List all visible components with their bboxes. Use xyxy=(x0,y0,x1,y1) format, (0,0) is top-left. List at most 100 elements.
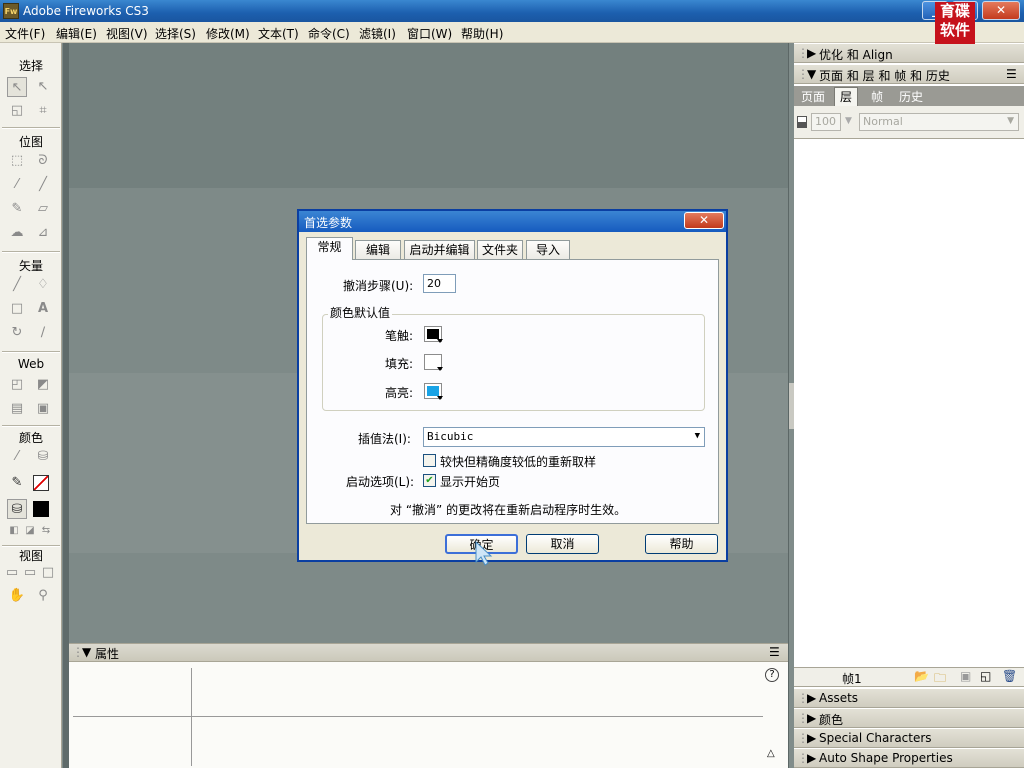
menu-select[interactable]: 选择(S) xyxy=(155,25,196,42)
tab-layers[interactable]: 层 xyxy=(834,87,859,106)
opacity-input[interactable]: 100 xyxy=(811,113,841,131)
rubber-stamp-tool-icon[interactable]: ⊿ xyxy=(33,223,53,243)
new-sublayer-icon[interactable]: 📂 xyxy=(914,669,929,683)
fullscreen-mode-icon[interactable]: □ xyxy=(39,563,57,583)
menu-modify[interactable]: 修改(M) xyxy=(206,25,250,42)
eyedropper-tool-icon[interactable]: ⁄ xyxy=(7,447,27,467)
eraser-tool-icon[interactable]: ▱ xyxy=(33,199,53,219)
blur-tool-icon[interactable]: ☁ xyxy=(7,223,27,243)
dialog-close-button[interactable]: ✕ xyxy=(684,212,724,229)
panel-options-icon[interactable]: ☰ xyxy=(769,645,780,659)
highlight-color-picker[interactable] xyxy=(424,383,443,400)
brush-tool-icon[interactable]: ╱ xyxy=(33,175,53,195)
hotspot-tool-icon[interactable]: ◰ xyxy=(7,375,27,395)
show-slices-icon[interactable]: ▣ xyxy=(33,399,53,419)
blend-mode-select[interactable]: Normal ▼ xyxy=(859,113,1019,131)
lasso-tool-icon[interactable]: ᘐ xyxy=(33,151,53,171)
tab-pages[interactable]: 页面 xyxy=(801,88,825,105)
tab-frames[interactable]: 帧 xyxy=(871,88,883,105)
text-tool-icon[interactable]: A xyxy=(33,299,53,319)
stroke-color-swatch[interactable] xyxy=(33,475,49,491)
menu-text[interactable]: 文本(T) xyxy=(258,25,299,42)
show-start-page-label: 显示开始页 xyxy=(440,475,501,489)
resample-checkbox[interactable] xyxy=(423,454,436,467)
standard-screen-mode-icon[interactable]: ▭ xyxy=(3,563,21,583)
pen-tool-icon[interactable]: ♢ xyxy=(33,275,53,295)
properties-divider xyxy=(191,668,192,766)
fullscreen-menu-mode-icon[interactable]: ▭ xyxy=(21,563,39,583)
scale-tool-icon[interactable]: ◱ xyxy=(7,101,27,121)
hand-tool-icon[interactable]: ✋ xyxy=(7,586,27,606)
current-frame-label: 帧1 xyxy=(842,672,862,686)
fireworks-app-icon: Fw xyxy=(3,3,19,19)
menu-commands[interactable]: 命令(C) xyxy=(308,25,350,42)
show-start-page-checkbox[interactable]: ✔ xyxy=(423,474,436,487)
fill-color-picker[interactable] xyxy=(424,354,443,371)
help-button[interactable]: 帮助 xyxy=(645,534,718,554)
properties-panel-header[interactable]: ⋮ ▼ 属性 ☰ xyxy=(69,644,788,662)
hide-slices-icon[interactable]: ▤ xyxy=(7,399,27,419)
interpolation-select[interactable]: Bicubic ▼ xyxy=(423,427,705,447)
slice-tool-icon[interactable]: ◩ xyxy=(33,375,53,395)
restart-note: 对 “撤消” 的更改将在重新启动程序时生效。 xyxy=(390,503,627,517)
tools-divider xyxy=(2,425,60,427)
fill-color-swatch[interactable] xyxy=(33,501,49,517)
stroke-color-icon[interactable]: ✎ xyxy=(7,473,27,493)
zoom-tool-icon[interactable]: ⚲ xyxy=(33,586,53,606)
tab-general[interactable]: 常规 xyxy=(306,237,353,260)
tools-panel: 选择 ↖ ↖ ◱ ⌗ 位图 ⬚ ᘐ ⁄ ╱ ✎ ▱ ☁ ⊿ 矢量 ╱ ♢ □ A… xyxy=(0,43,62,768)
optimize-panel-header[interactable]: ⋮ ▶ 优化 和 Align xyxy=(794,43,1024,63)
fill-color-icon[interactable]: ⛁ xyxy=(7,499,27,519)
preferences-dialog: 首选参数 ✕ 常规 编辑 启动并编辑 文件夹 导入 撤消步骤(U): 20 颜色… xyxy=(298,210,727,561)
properties-divider xyxy=(73,716,763,717)
swap-colors-icon[interactable]: ⇆ xyxy=(36,521,56,541)
tab-import[interactable]: 导入 xyxy=(526,240,570,259)
expand-arrow-icon: ▶ xyxy=(807,691,817,705)
chevron-down-icon[interactable]: ▼ xyxy=(845,116,852,126)
close-button[interactable]: ✕ xyxy=(982,1,1020,20)
subselect-tool-icon[interactable]: ↖ xyxy=(33,77,53,97)
panel-options-icon[interactable]: ☰ xyxy=(1006,67,1017,81)
menu-view[interactable]: 视图(V) xyxy=(106,25,148,42)
knife-tool-icon[interactable]: ∕ xyxy=(33,323,53,343)
duplicate-layer-icon[interactable]: ◱ xyxy=(980,669,991,683)
lock-layer-icon[interactable] xyxy=(797,116,807,128)
stroke-color-picker[interactable] xyxy=(424,326,443,343)
pointer-tool-icon[interactable]: ↖ xyxy=(7,77,27,97)
crop-tool-icon[interactable]: ⌗ xyxy=(33,101,53,121)
new-layer-icon[interactable]: 🗀 xyxy=(934,669,946,690)
trash-icon[interactable]: 🗑 xyxy=(1002,669,1017,683)
tab-history[interactable]: 历史 xyxy=(899,88,923,105)
help-icon[interactable]: ? xyxy=(765,668,779,682)
auto-shape-properties-panel-header[interactable]: ⋮ ▶ Auto Shape Properties xyxy=(794,748,1024,768)
menu-filters[interactable]: 滤镜(I) xyxy=(359,25,396,42)
startup-options-label: 启动选项(L): xyxy=(346,475,415,489)
undo-steps-input[interactable]: 20 xyxy=(423,274,456,293)
magic-wand-tool-icon[interactable]: ⁄ xyxy=(7,175,27,195)
rectangle-tool-icon[interactable]: □ xyxy=(7,299,27,319)
pages-panel-tabs: 页面 层 帧 历史 xyxy=(794,86,1024,106)
tools-section-select: 选择 xyxy=(18,59,43,73)
menu-window[interactable]: 窗口(W) xyxy=(407,25,452,42)
menu-help[interactable]: 帮助(H) xyxy=(461,25,503,42)
paint-bucket-tool-icon[interactable]: ⛁ xyxy=(33,447,53,467)
freeform-tool-icon[interactable]: ↻ xyxy=(7,323,27,343)
menu-file[interactable]: 文件(F) xyxy=(5,25,45,42)
expand-icon[interactable]: △ xyxy=(767,748,775,759)
layers-list[interactable] xyxy=(794,140,1024,667)
color-panel-header[interactable]: ⋮ ▶ 颜色 xyxy=(794,708,1024,728)
tab-folders[interactable]: 文件夹 xyxy=(477,240,523,259)
cancel-button[interactable]: 取消 xyxy=(526,534,599,554)
assets-panel-header[interactable]: ⋮ ▶ Assets xyxy=(794,688,1024,708)
tab-launch-and-edit[interactable]: 启动并编辑 xyxy=(404,240,475,259)
special-characters-panel-header[interactable]: ⋮ ▶ Special Characters xyxy=(794,728,1024,748)
add-mask-icon[interactable]: ▣ xyxy=(960,669,971,683)
fill-label: 填充: xyxy=(385,357,414,371)
resample-label: 较快但精确度较低的重新取样 xyxy=(440,455,597,469)
pencil-tool-icon[interactable]: ✎ xyxy=(7,199,27,219)
menu-edit[interactable]: 编辑(E) xyxy=(56,25,97,42)
marquee-tool-icon[interactable]: ⬚ xyxy=(7,151,27,171)
tab-edit[interactable]: 编辑 xyxy=(355,240,401,259)
pages-panel-header[interactable]: ⋮ ▼ 页面 和 层 和 帧 和 历史 ☰ xyxy=(794,64,1024,84)
line-tool-icon[interactable]: ╱ xyxy=(7,275,27,295)
